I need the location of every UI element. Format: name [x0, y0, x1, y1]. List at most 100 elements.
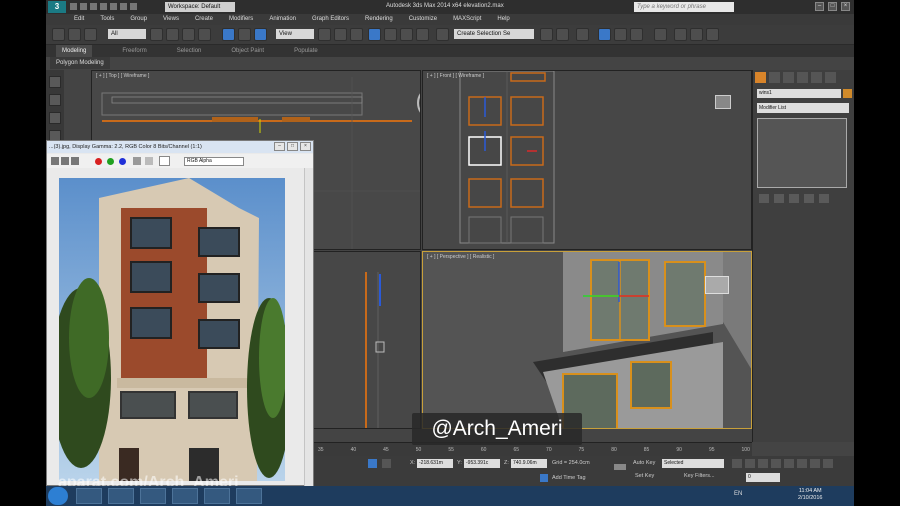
- ie-taskbar-icon[interactable]: [76, 488, 102, 504]
- render-production-icon[interactable]: [706, 28, 719, 41]
- menu-help[interactable]: Help: [497, 14, 509, 25]
- create-tab-icon[interactable]: [755, 72, 766, 83]
- menu-tools[interactable]: Tools: [100, 14, 114, 25]
- lock-selection-icon[interactable]: [368, 459, 377, 468]
- select-move-icon[interactable]: [222, 28, 235, 41]
- menu-animation[interactable]: Animation: [269, 14, 296, 25]
- time-tag-icon[interactable]: [540, 474, 548, 482]
- redo-icon[interactable]: [110, 3, 117, 10]
- hold-icon[interactable]: [120, 3, 127, 10]
- alpha-channel-icon[interactable]: [133, 157, 141, 165]
- display-icon[interactable]: [49, 112, 61, 124]
- filter-icon[interactable]: [49, 94, 61, 106]
- viewcube-top[interactable]: [420, 88, 421, 122]
- select-rotate-icon[interactable]: [238, 28, 251, 41]
- language-indicator[interactable]: EN: [734, 491, 742, 497]
- rendered-frame-window-icon[interactable]: [690, 28, 703, 41]
- window-crossing-icon[interactable]: [198, 28, 211, 41]
- named-selection-set-dropdown[interactable]: Create Selection Se: [454, 29, 534, 39]
- minimize-icon[interactable]: –: [815, 2, 824, 11]
- menu-rendering[interactable]: Rendering: [365, 14, 393, 25]
- viewport-label-front[interactable]: [ + ] [ Front ] [ Wireframe ]: [427, 73, 484, 79]
- polygon-modeling-panel[interactable]: Polygon Modeling: [50, 57, 110, 69]
- minimize-icon[interactable]: –: [274, 142, 285, 151]
- unlink-icon[interactable]: [68, 28, 81, 41]
- menu-graph-editors[interactable]: Graph Editors: [312, 14, 349, 25]
- select-scale-icon[interactable]: [254, 28, 267, 41]
- current-frame-field[interactable]: 0: [746, 473, 780, 482]
- background-color-swatch[interactable]: [159, 156, 170, 166]
- spinner-snap-icon[interactable]: [416, 28, 429, 41]
- explorer-taskbar-icon[interactable]: [108, 488, 134, 504]
- help-search-input[interactable]: Type a keyword or phrase: [634, 2, 734, 12]
- image-viewer-scrollbar[interactable]: [304, 168, 313, 486]
- save-file-icon[interactable]: [90, 3, 97, 10]
- graphite-toggle-icon[interactable]: [598, 28, 611, 41]
- modifier-stack[interactable]: [757, 118, 847, 188]
- save-image-icon[interactable]: [51, 157, 59, 165]
- copy-image-icon[interactable]: [61, 157, 69, 165]
- red-channel-icon[interactable]: [95, 158, 102, 165]
- new-file-icon[interactable]: [70, 3, 77, 10]
- schematic-view-icon[interactable]: [630, 28, 643, 41]
- select-by-name-icon[interactable]: [166, 28, 179, 41]
- object-name-field[interactable]: wins1: [757, 89, 841, 98]
- menu-modifiers[interactable]: Modifiers: [229, 14, 253, 25]
- key-mode-dropdown[interactable]: Selected: [662, 459, 724, 468]
- motion-tab-icon[interactable]: [797, 72, 808, 83]
- snaps-toggle-icon[interactable]: [368, 28, 381, 41]
- keyboard-shortcut-icon[interactable]: [350, 28, 363, 41]
- set-key-button[interactable]: Set Key: [635, 473, 654, 479]
- modifier-list-dropdown[interactable]: Modifier List: [757, 103, 849, 113]
- mirror-icon[interactable]: [540, 28, 553, 41]
- z-coordinate-field[interactable]: 740.9.06m: [511, 459, 547, 468]
- menu-edit[interactable]: Edit: [74, 14, 84, 25]
- percent-snap-icon[interactable]: [400, 28, 413, 41]
- photoshop-taskbar-icon[interactable]: [172, 488, 198, 504]
- reference-coord-dropdown[interactable]: View: [276, 29, 314, 39]
- y-coordinate-field[interactable]: -953.391c: [464, 459, 500, 468]
- menu-create[interactable]: Create: [195, 14, 213, 25]
- curve-editor-icon[interactable]: [614, 28, 627, 41]
- menu-maxscript[interactable]: MAXScript: [453, 14, 481, 25]
- viewport-label-perspective[interactable]: [ + ] [ Perspective ] [ Realistic ]: [427, 254, 494, 260]
- tab-populate[interactable]: Populate: [294, 45, 318, 57]
- monochrome-icon[interactable]: [145, 157, 153, 165]
- viewcube-perspective[interactable]: [705, 276, 729, 294]
- previous-frame-icon[interactable]: [745, 459, 755, 468]
- x-coordinate-field[interactable]: -218.631m: [417, 459, 453, 468]
- clear-icon[interactable]: [71, 157, 79, 165]
- menu-customize[interactable]: Customize: [409, 14, 437, 25]
- configure-sets-icon[interactable]: [819, 194, 829, 203]
- hierarchy-tab-icon[interactable]: [783, 72, 794, 83]
- absolute-mode-icon[interactable]: [382, 459, 391, 468]
- select-object-icon[interactable]: [150, 28, 163, 41]
- folder-taskbar-icon[interactable]: [236, 488, 262, 504]
- green-channel-icon[interactable]: [107, 158, 114, 165]
- orbit-icon[interactable]: [823, 459, 833, 468]
- zoom-extents-icon[interactable]: [797, 459, 807, 468]
- close-icon[interactable]: ×: [300, 142, 311, 151]
- pan-view-icon[interactable]: [810, 459, 820, 468]
- pin-stack-icon[interactable]: [759, 194, 769, 203]
- app-logo-icon[interactable]: 3: [48, 1, 66, 13]
- auto-key-button[interactable]: Auto Key: [633, 460, 655, 466]
- utilities-tab-icon[interactable]: [825, 72, 836, 83]
- undo-icon[interactable]: [100, 3, 107, 10]
- align-icon[interactable]: [556, 28, 569, 41]
- object-color-swatch[interactable]: [843, 89, 852, 98]
- render-setup-icon[interactable]: [674, 28, 687, 41]
- tab-freeform[interactable]: Freeform: [122, 45, 146, 57]
- maximize-icon[interactable]: □: [828, 2, 837, 11]
- angle-snap-icon[interactable]: [384, 28, 397, 41]
- display-channel-dropdown[interactable]: RGB Alpha: [184, 157, 244, 166]
- layer-manager-icon[interactable]: [576, 28, 589, 41]
- scene-explorer-icon[interactable]: [49, 76, 61, 88]
- viewport-label-top[interactable]: [ + ] [ Top ] [ Wireframe ]: [96, 73, 149, 79]
- select-manipulate-icon[interactable]: [334, 28, 347, 41]
- selection-filter-dropdown[interactable]: All: [108, 29, 146, 39]
- key-filters-button[interactable]: Key Filters...: [684, 473, 715, 479]
- menu-views[interactable]: Views: [163, 14, 179, 25]
- key-icon[interactable]: [614, 464, 626, 470]
- media-player-taskbar-icon[interactable]: [140, 488, 166, 504]
